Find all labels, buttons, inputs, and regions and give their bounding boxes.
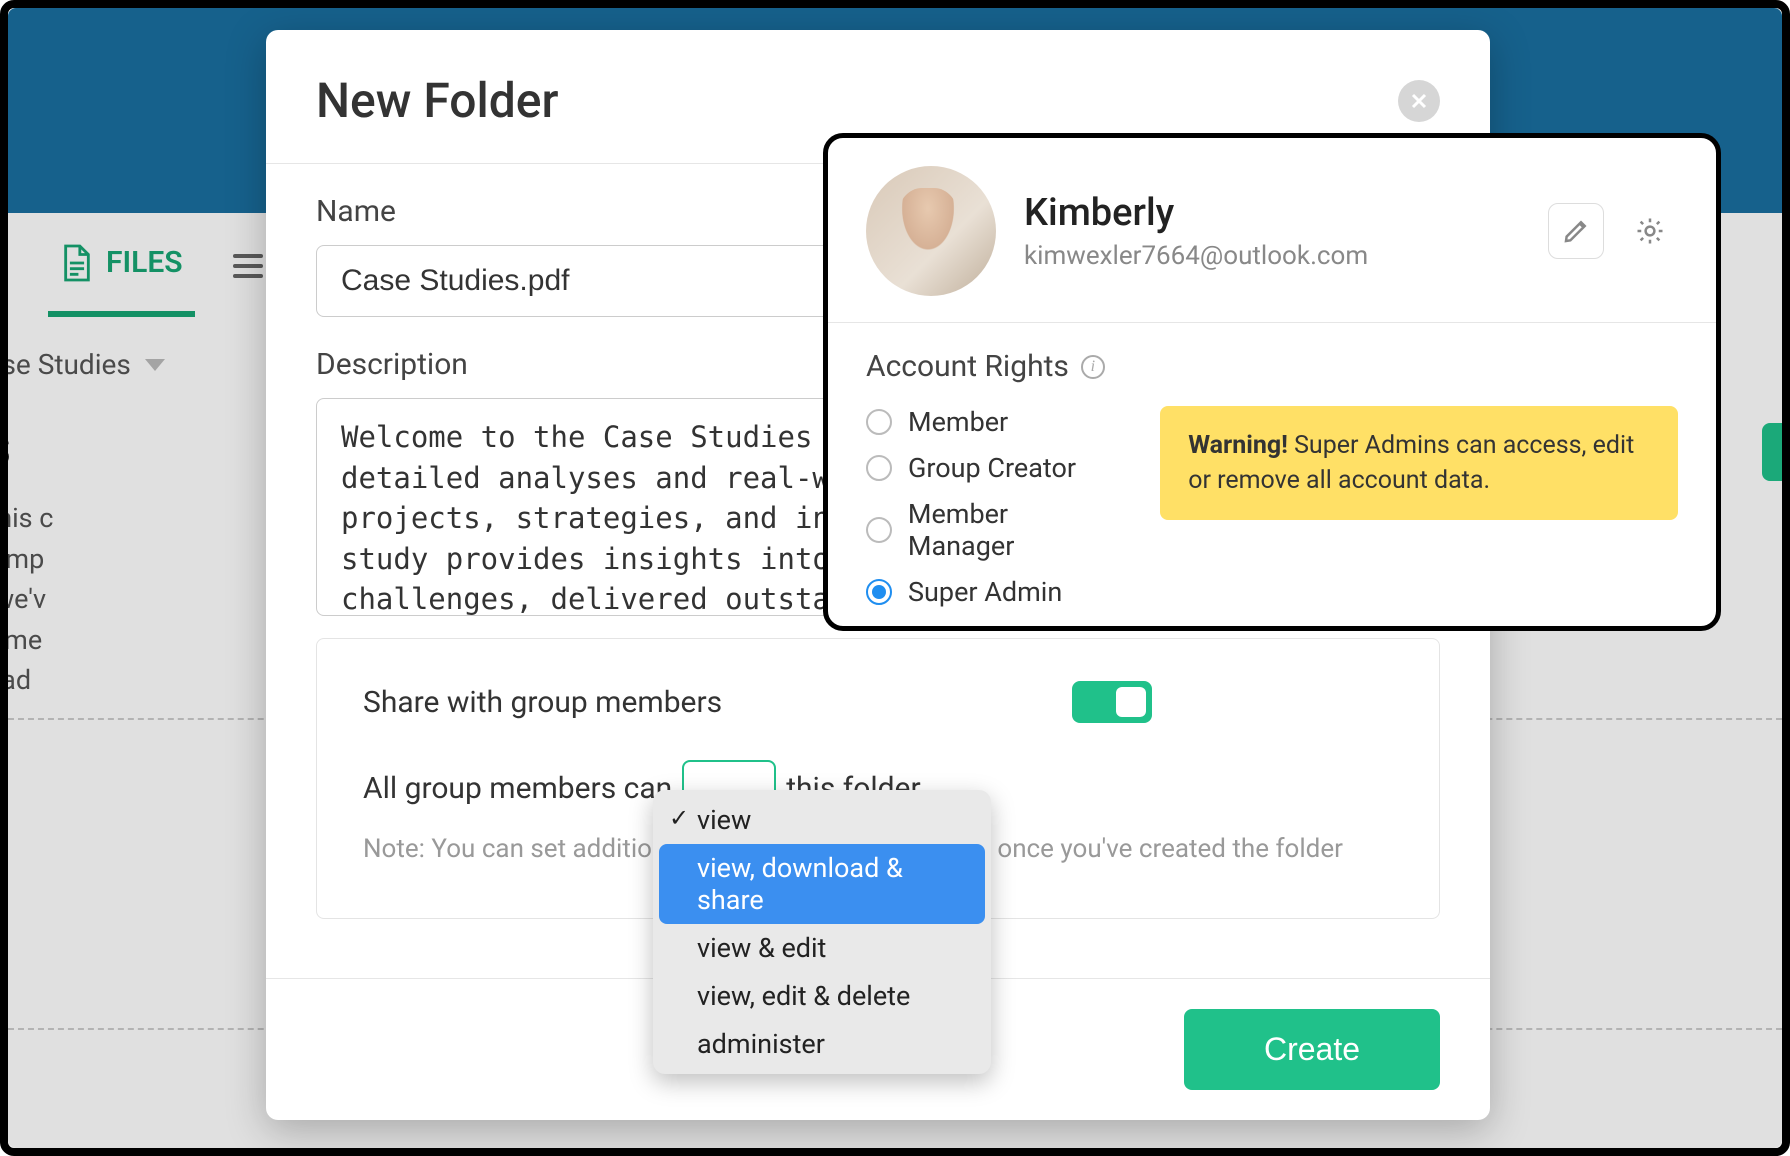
- settings-button[interactable]: [1622, 203, 1678, 259]
- avatar: [866, 166, 996, 296]
- user-rights-panel: Kimberly kimwexler7664@outlook.com Accou…: [823, 133, 1721, 631]
- warning-bold: Warning!: [1188, 431, 1288, 460]
- account-rights-label: Account Rights: [866, 349, 1069, 384]
- account-rights-title: Account Rights i: [866, 349, 1678, 384]
- edit-user-button[interactable]: [1548, 203, 1604, 259]
- create-button[interactable]: Create: [1184, 1009, 1440, 1090]
- warning-banner: Warning! Super Admins can access, edit o…: [1160, 406, 1678, 520]
- rights-option[interactable]: Super Admin: [866, 576, 1120, 608]
- rights-option-label: Group Creator: [908, 452, 1076, 484]
- radio-icon: [866, 579, 892, 605]
- rights-option-label: Super Admin: [908, 576, 1062, 608]
- permission-dropdown: viewview, download & shareview & editvie…: [653, 790, 991, 1074]
- perm-prefix: All group members can: [363, 771, 672, 806]
- toggle-knob: [1116, 687, 1146, 717]
- info-icon[interactable]: i: [1081, 355, 1105, 379]
- permission-option[interactable]: view, download & share: [659, 844, 985, 924]
- rights-option[interactable]: Group Creator: [866, 452, 1120, 484]
- close-icon: [1409, 91, 1429, 111]
- radio-icon: [866, 409, 892, 435]
- pencil-icon: [1561, 216, 1591, 246]
- rights-options: Member Group Creator Member Manager Super A…: [866, 406, 1120, 608]
- permission-option[interactable]: administer: [659, 1020, 985, 1068]
- rights-option[interactable]: Member Manager: [866, 498, 1120, 562]
- modal-title: New Folder: [316, 72, 558, 129]
- rights-option-label: Member Manager: [908, 498, 1120, 562]
- gear-icon: [1635, 216, 1665, 246]
- divider: [828, 322, 1716, 323]
- permission-option[interactable]: view & edit: [659, 924, 985, 972]
- rights-option[interactable]: Member: [866, 406, 1120, 438]
- permission-option[interactable]: view: [659, 796, 985, 844]
- radio-icon: [866, 517, 892, 543]
- close-button[interactable]: [1398, 80, 1440, 122]
- user-email: kimwexler7664@outlook.com: [1024, 241, 1368, 271]
- share-toggle[interactable]: [1072, 681, 1152, 723]
- permission-option[interactable]: view, edit & delete: [659, 972, 985, 1020]
- user-name: Kimberly: [1024, 191, 1368, 235]
- radio-icon: [866, 455, 892, 481]
- rights-option-label: Member: [908, 406, 1008, 438]
- share-label: Share with group members: [363, 685, 722, 720]
